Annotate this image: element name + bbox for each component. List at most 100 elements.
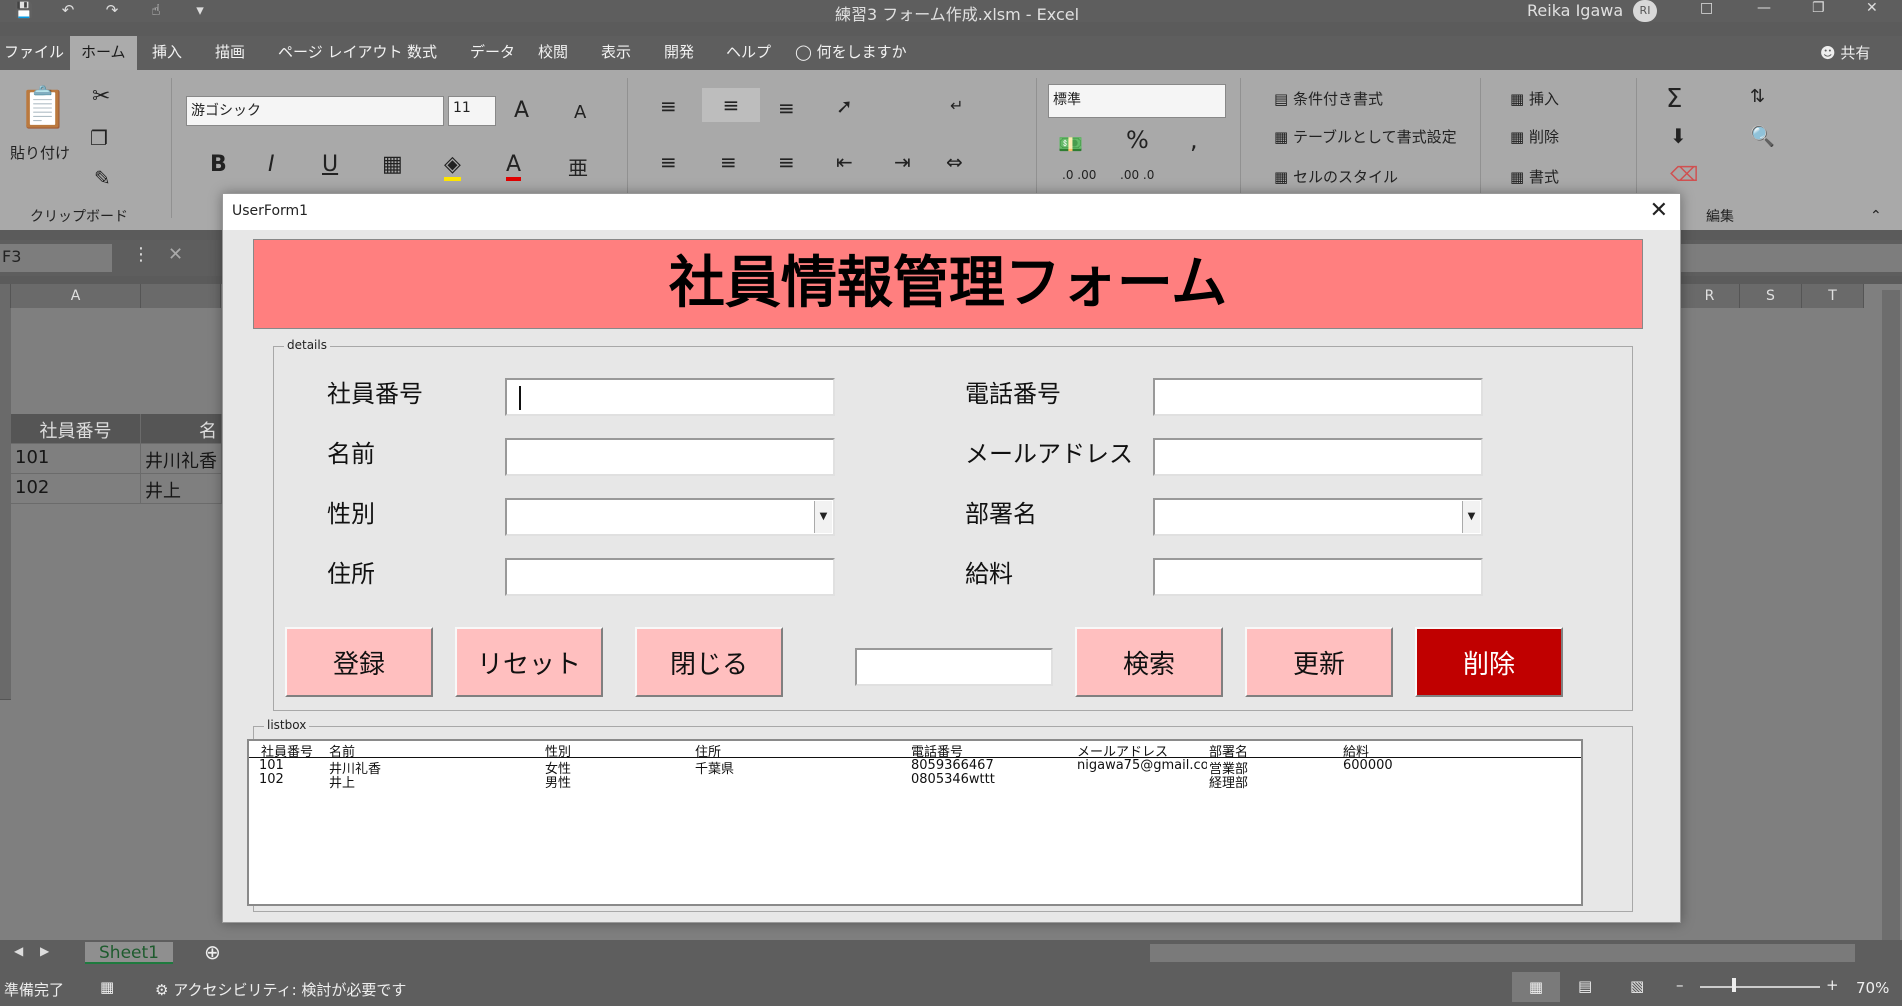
copy-icon[interactable]: ❐ [90,126,108,150]
accounting-format-icon[interactable]: 💵 [1058,132,1083,156]
comma-style-icon[interactable]: , [1190,126,1198,154]
align-bottom-icon[interactable]: ≡ [778,96,795,120]
collapse-ribbon-icon[interactable]: ⌃ [1870,208,1882,224]
align-left-icon[interactable]: ≡ [660,150,677,174]
chevron-down-icon[interactable]: ▼ [1462,501,1480,533]
font-name-select[interactable]: 游ゴシック [186,96,444,126]
department-combo[interactable]: ▼ [1153,498,1483,536]
list-cell[interactable]: 8059366467 [911,758,994,773]
employee-id-input[interactable] [505,378,835,416]
fill-color-icon[interactable]: ◈ [444,152,461,181]
touch-mode-icon[interactable]: ☝ [146,1,166,19]
zoom-in-icon[interactable]: + [1826,976,1839,994]
list-cell[interactable]: 千葉県 [695,758,734,777]
shrink-font-icon[interactable]: A [574,102,586,123]
avatar[interactable]: RI [1633,0,1657,22]
minimize-icon[interactable]: — [1757,0,1771,16]
macro-record-icon[interactable]: ▦ [100,978,114,996]
align-center-icon[interactable]: ≡ [720,150,737,174]
list-cell[interactable]: 600000 [1343,758,1393,773]
conditional-format-button[interactable]: ▤ 条件付き書式 [1274,88,1383,109]
underline-button[interactable]: U [322,152,338,177]
ribbon-display-icon[interactable]: □ [1700,0,1713,16]
chevron-down-icon[interactable]: ▼ [814,501,832,533]
clear-icon[interactable]: ⌫ [1670,162,1698,186]
data-cell[interactable]: 井上 [141,474,222,504]
horizontal-scrollbar[interactable] [1150,944,1855,962]
tab-home[interactable]: ホーム [70,36,137,70]
sort-filter-icon[interactable]: ⇅ [1750,86,1765,107]
row-headers[interactable] [0,308,11,700]
add-sheet-icon[interactable]: ⊕ [204,940,221,964]
cell-styles-button[interactable]: ▦ セルのスタイル [1274,166,1398,187]
borders-icon[interactable]: ▦ [382,152,403,177]
italic-button[interactable]: I [268,152,275,177]
list-cell[interactable]: 経理部 [1209,772,1248,791]
name-box[interactable]: F3 [0,244,112,272]
prev-sheet-icon[interactable]: ◀ [14,944,23,958]
align-middle-icon[interactable]: ≡ [702,88,760,122]
tab-draw[interactable]: 描画 [215,36,245,70]
align-top-icon[interactable]: ≡ [660,94,677,118]
more-icon[interactable]: ⋮ [132,244,150,265]
close-icon[interactable]: ✕ [1650,198,1668,223]
zoom-out-icon[interactable]: – [1676,976,1684,994]
name-input[interactable] [505,438,835,476]
decrease-indent-icon[interactable]: ⇤ [836,150,853,174]
font-size-select[interactable]: 11 [448,96,496,126]
restore-icon[interactable]: ❐ [1812,0,1825,16]
phone-input[interactable] [1153,378,1483,416]
delete-button[interactable]: 削除 [1415,627,1563,697]
align-right-icon[interactable]: ≡ [778,150,795,174]
column-header[interactable]: S [1740,284,1802,308]
tab-review[interactable]: 校閲 [538,36,568,70]
find-select-icon[interactable]: 🔍 [1750,124,1775,148]
save-icon[interactable]: 💾 [14,1,34,19]
wrap-text-icon[interactable]: ↵ [950,96,963,115]
normal-view-icon[interactable]: ▦ [1512,972,1560,1002]
list-cell[interactable]: 井上 [329,772,355,791]
merge-center-icon[interactable]: ⇔ [946,150,963,174]
list-cell[interactable]: nigawa75@gmail.com [1077,758,1207,773]
zoom-slider-thumb[interactable] [1732,978,1736,992]
format-cells-button[interactable]: ▦ 書式 [1510,166,1559,187]
close-window-icon[interactable]: ✕ [1866,0,1878,16]
tab-page-layout[interactable]: ページ レイアウト [278,36,402,70]
vertical-scrollbar[interactable] [1882,290,1900,940]
update-button[interactable]: 更新 [1245,627,1393,697]
data-cell[interactable]: 井川礼香 [141,444,222,474]
accessibility-status[interactable]: ⚙ アクセシビリティ: 検討が必要です [155,979,406,1000]
increase-indent-icon[interactable]: ⇥ [894,150,911,174]
delete-cells-button[interactable]: ▦ 削除 [1510,126,1559,147]
insert-cells-button[interactable]: ▦ 挿入 [1510,88,1559,109]
cut-icon[interactable]: ✂ [92,84,110,109]
zoom-slider[interactable] [1700,986,1820,988]
search-input[interactable] [855,648,1053,686]
font-color-icon[interactable]: A [506,152,522,181]
decrease-decimal-icon[interactable]: .00 .0 [1120,168,1154,182]
column-header[interactable]: A [11,284,141,308]
header-cell[interactable]: 名 [141,414,222,444]
fill-icon[interactable]: ⬇ [1670,124,1687,148]
phonetic-icon[interactable]: 亜 [568,152,588,181]
data-cell[interactable]: 102 [11,474,141,504]
undo-icon[interactable]: ↶ [58,1,78,19]
column-header[interactable]: R [1680,284,1740,308]
zoom-level[interactable]: 70% [1856,979,1889,997]
email-input[interactable] [1153,438,1483,476]
data-cell[interactable]: 101 [11,444,141,474]
select-all-corner[interactable] [0,284,11,308]
paste-icon[interactable]: 📋 [18,84,68,131]
page-break-view-icon[interactable]: ▧ [1630,977,1644,995]
format-painter-icon[interactable]: ✎ [94,166,111,190]
tab-data[interactable]: データ [470,36,515,70]
next-sheet-icon[interactable]: ▶ [40,944,49,958]
tell-me-search[interactable]: ◯ 何をしますか [795,36,907,70]
grow-font-icon[interactable]: A [514,98,529,123]
tab-view[interactable]: 表示 [601,36,631,70]
bold-button[interactable]: B [210,152,227,177]
tab-help[interactable]: ヘルプ [726,36,771,70]
column-header[interactable]: T [1802,284,1864,308]
redo-icon[interactable]: ↷ [102,1,122,19]
sheet-tab[interactable]: Sheet1 [85,942,173,964]
